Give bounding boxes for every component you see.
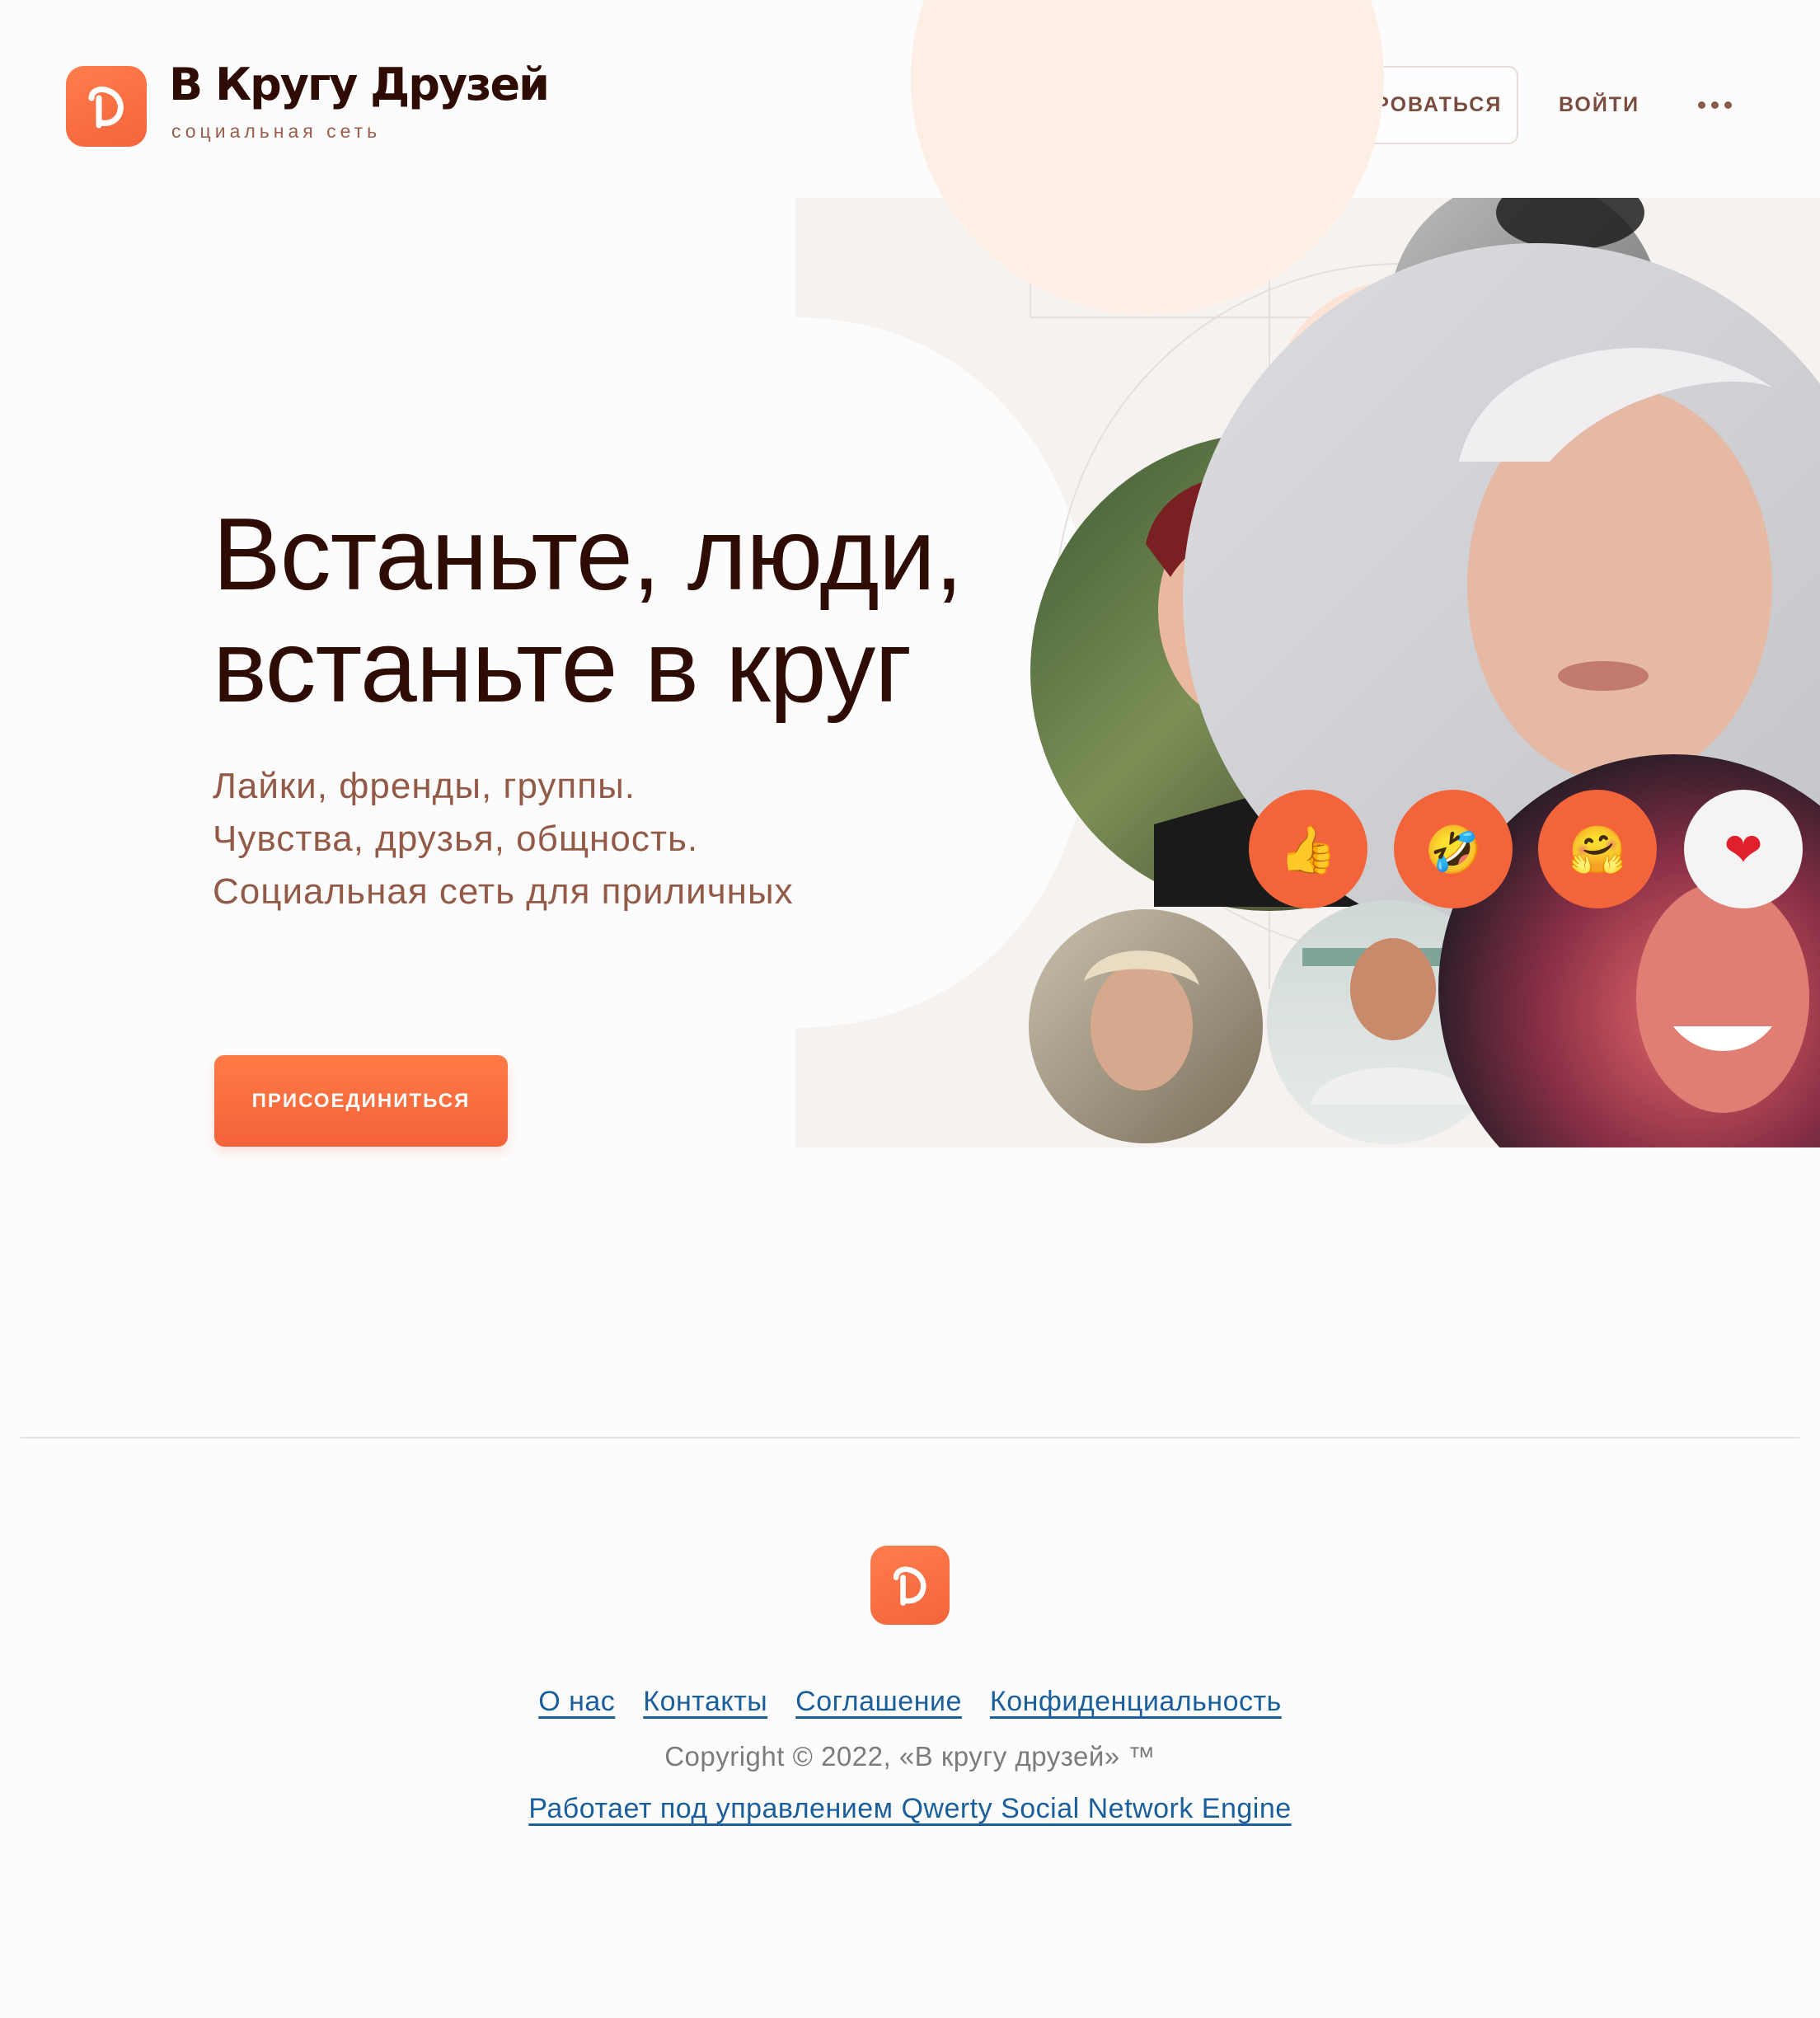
footer-link-contacts[interactable]: Контакты: [643, 1686, 767, 1718]
brand-tagline: социальная сеть: [171, 120, 382, 142]
footer-divider: [21, 1437, 1799, 1438]
footer-powered-link[interactable]: Работает под управлением Qwerty Social N…: [528, 1793, 1291, 1824]
svg-text:👍: 👍: [1279, 824, 1337, 877]
footer-link-agreement[interactable]: Соглашение: [795, 1686, 962, 1718]
logo-icon[interactable]: [66, 66, 147, 147]
hero-subtitle: Лайки, френды, группы. Чувства, друзья, …: [213, 760, 794, 918]
svg-text:🤣: 🤣: [1423, 824, 1482, 879]
reaction-hugging: 🤗: [1538, 790, 1657, 908]
login-button[interactable]: ВОЙТИ: [1550, 66, 1649, 144]
register-button[interactable]: ЗАРЕГИСТРИРОВАТЬСЯ: [1205, 66, 1518, 144]
svg-text:🤗: 🤗: [1569, 824, 1626, 877]
brand-name[interactable]: В Кругу Друзей: [169, 63, 550, 107]
reaction-heart: ❤: [1684, 790, 1803, 908]
footer-link-about[interactable]: О нас: [538, 1686, 615, 1718]
join-button[interactable]: ПРИСОЕДИНИТЬСЯ: [214, 1055, 508, 1147]
footer-logo-icon[interactable]: [870, 1546, 950, 1625]
footer-link-privacy[interactable]: Конфиденциальность: [990, 1686, 1282, 1718]
more-dot: [1697, 101, 1705, 109]
footer-links: О нас Контакты Соглашение Конфиденциальн…: [0, 1686, 1820, 1718]
svg-text:❤: ❤: [1724, 824, 1763, 877]
hero-subtitle-line: Социальная сеть для приличных: [213, 871, 794, 912]
hero-title: Встаньте, люди, встаньте в круг: [213, 498, 963, 724]
more-dot: [1724, 101, 1732, 109]
reaction-thumbs-up: 👍: [1249, 790, 1367, 908]
footer-powered: Работает под управлением Qwerty Social N…: [0, 1793, 1820, 1825]
hero-subtitle-line: Чувства, друзья, общность.: [213, 819, 699, 859]
footer-logo-glyph: [893, 1566, 926, 1606]
hero-title-line: Встаньте, люди,: [213, 498, 963, 612]
footer-copyright: Copyright © 2022, «В кругу друзей» ™: [664, 1741, 1156, 1772]
reaction-rofl: 🤣: [1394, 790, 1513, 908]
logo-glyph: [88, 86, 124, 129]
more-dots-icon[interactable]: [1690, 82, 1739, 128]
hero-subtitle-line: Лайки, френды, группы.: [213, 766, 636, 806]
hero-title-line: встаньте в круг: [213, 610, 912, 724]
more-dot: [1710, 101, 1719, 109]
